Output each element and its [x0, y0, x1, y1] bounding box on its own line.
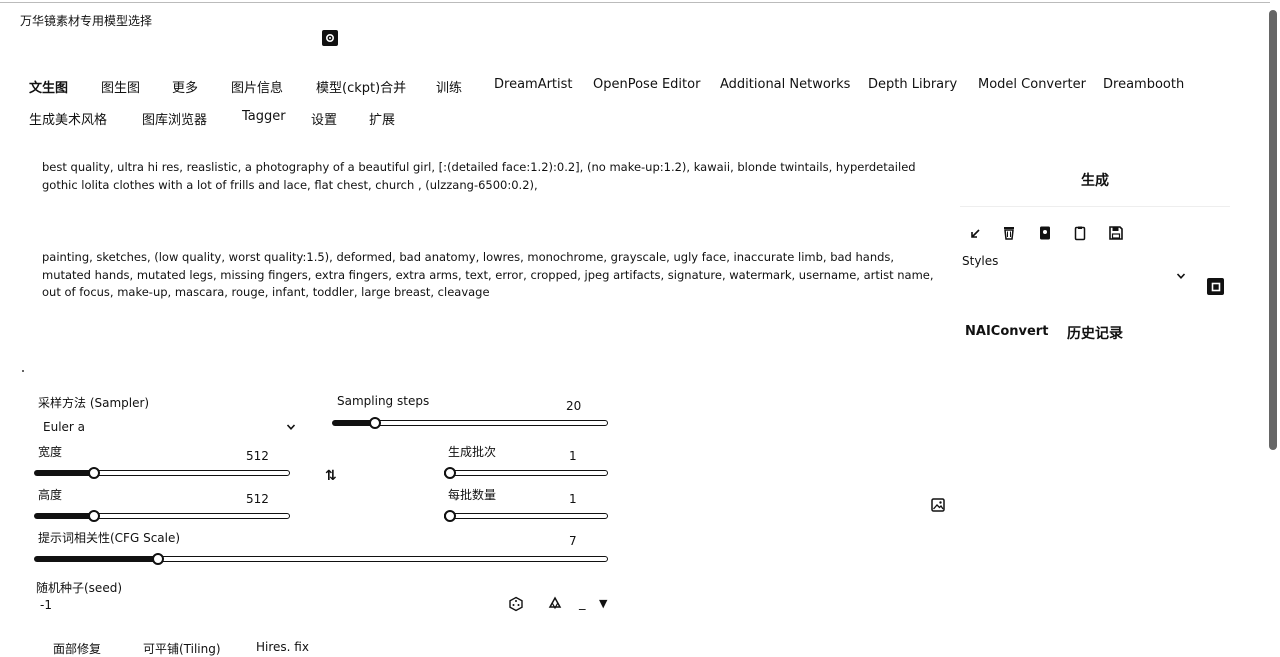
tab-1[interactable]: 图生图 [101, 77, 140, 96]
recycle-icon [548, 596, 562, 610]
naiconvert-tab[interactable]: NAIConvert [965, 324, 1048, 339]
reuse-seed-button[interactable] [546, 595, 564, 613]
option-0[interactable]: 面部修复 [53, 640, 101, 657]
cfg-scale-value[interactable]: 7 [569, 534, 577, 548]
page-scrollbar[interactable] [1269, 10, 1277, 450]
slider-track[interactable] [96, 513, 290, 519]
tab-row2-2[interactable]: Tagger [242, 109, 286, 124]
trash-icon [1004, 227, 1014, 240]
tab-11[interactable]: Dreambooth [1103, 77, 1184, 92]
slider-track[interactable] [96, 470, 290, 476]
tab-row2-0[interactable]: 生成美术风格 [29, 109, 107, 128]
settings-gear-button[interactable] [322, 30, 338, 46]
slider-thumb[interactable] [369, 417, 381, 429]
apply-style-button[interactable] [1071, 224, 1089, 242]
image-icon [931, 498, 945, 512]
positive-prompt-textarea[interactable]: best quality, ultra hi res, reaslistic, … [42, 159, 934, 194]
slider-fill [34, 513, 92, 519]
swap-dimensions-button[interactable]: ⇅ [325, 468, 337, 484]
read-params-button[interactable] [966, 225, 984, 243]
refresh-icon [1211, 282, 1220, 291]
app-title: 万华镜素材专用模型选择 [20, 14, 153, 28]
tab-row2-4[interactable]: 扩展 [369, 109, 395, 128]
batch-count-value[interactable]: 1 [569, 449, 577, 463]
generate-button[interactable]: 生成 [1081, 170, 1109, 190]
slider-thumb[interactable] [88, 510, 100, 522]
gear-icon [325, 33, 335, 43]
sampler-dropdown[interactable]: Euler a [36, 416, 298, 436]
slider-track[interactable] [452, 513, 608, 519]
resize-dot [22, 370, 24, 372]
styles-dropdown[interactable] [1176, 270, 1186, 284]
tab-6[interactable]: DreamArtist [494, 77, 573, 92]
slider-thumb[interactable] [88, 467, 100, 479]
clear-prompt-button[interactable] [1000, 224, 1018, 242]
floppy-disk-icon [1109, 226, 1123, 240]
negative-prompt-textarea[interactable]: painting, sketches, (low quality, worst … [42, 249, 934, 302]
tab-9[interactable]: Depth Library [868, 77, 957, 92]
refresh-styles-button[interactable] [1207, 278, 1224, 295]
arrow-down-left-icon [971, 229, 980, 238]
slider-fill [34, 470, 92, 476]
batch-count-label: 生成批次 [448, 445, 497, 459]
width-value[interactable]: 512 [246, 449, 269, 463]
sampling-steps-label: Sampling steps [337, 394, 430, 408]
option-1[interactable]: 可平铺(Tiling) [143, 640, 221, 657]
top-divider [0, 2, 1270, 3]
tab-0[interactable]: 文生图 [29, 77, 68, 96]
tab-8[interactable]: Additional Networks [720, 77, 850, 92]
height-label: 高度 [38, 488, 63, 502]
slider-track[interactable] [452, 470, 608, 476]
tab-3[interactable]: 图片信息 [231, 77, 283, 96]
sampling-steps-value[interactable]: 20 [566, 399, 581, 413]
slider-track[interactable] [160, 556, 608, 562]
slider-thumb[interactable] [444, 510, 456, 522]
tab-2[interactable]: 更多 [172, 77, 198, 96]
sampler-value: Euler a [43, 420, 86, 434]
image-placeholder-icon [929, 496, 947, 514]
styles-label: Styles [962, 254, 999, 268]
sampler-label: 采样方法 (Sampler) [38, 396, 150, 410]
extra-seed-placeholder: _ [579, 596, 586, 611]
extra-seed-toggle[interactable]: ▼ [599, 597, 607, 610]
slider-thumb[interactable] [444, 467, 456, 479]
clipboard-icon [1074, 226, 1086, 241]
tab-row2-1[interactable]: 图库浏览器 [142, 109, 207, 128]
seed-label: 随机种子(seed) [36, 581, 122, 595]
batch-size-label: 每批数量 [448, 488, 497, 502]
slider-fill [34, 556, 156, 562]
picture-card-icon [1040, 226, 1050, 240]
history-tab[interactable]: 历史记录 [1067, 323, 1123, 343]
generate-divider [960, 206, 1230, 207]
chevron-down-icon [1176, 273, 1186, 279]
random-seed-button[interactable] [507, 595, 525, 613]
save-style-button[interactable] [1107, 224, 1125, 242]
width-label: 宽度 [38, 445, 63, 459]
slider-track[interactable] [377, 420, 608, 426]
option-2[interactable]: Hires. fix [256, 640, 309, 654]
slider-fill [332, 420, 373, 426]
tab-5[interactable]: 训练 [436, 77, 462, 96]
slider-thumb[interactable] [152, 553, 164, 565]
tab-7[interactable]: OpenPose Editor [593, 77, 700, 92]
tab-row2-3[interactable]: 设置 [311, 109, 337, 128]
tab-10[interactable]: Model Converter [978, 77, 1086, 92]
seed-input[interactable]: -1 [40, 598, 52, 612]
cfg-scale-label: 提示词相关性(CFG Scale) [38, 531, 181, 545]
tab-4[interactable]: 模型(ckpt)合并 [316, 77, 406, 96]
batch-size-value[interactable]: 1 [569, 492, 577, 506]
height-value[interactable]: 512 [246, 492, 269, 506]
dice-icon [509, 596, 523, 612]
show-extra-networks-button[interactable] [1036, 224, 1054, 242]
chevron-down-icon [286, 424, 296, 430]
